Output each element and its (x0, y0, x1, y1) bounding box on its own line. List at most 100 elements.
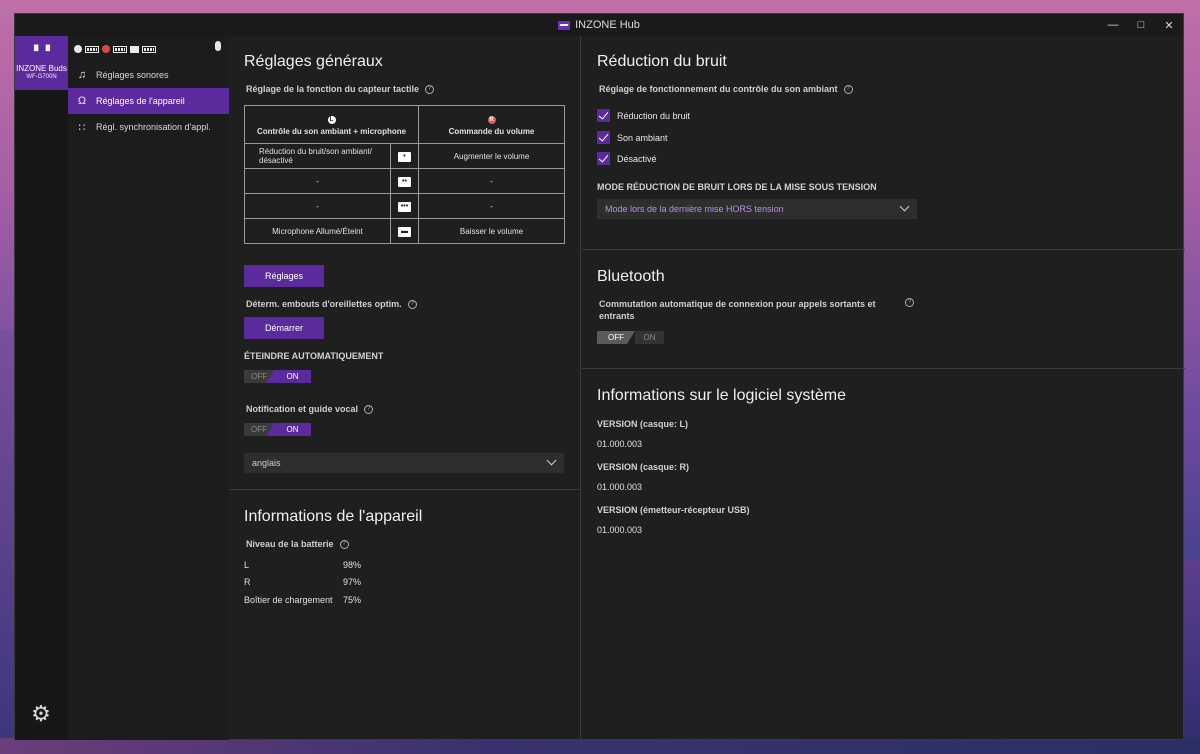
right-action-cell: Augmenter le volume (418, 143, 565, 169)
auto-off-toggle[interactable]: OFF ON (244, 370, 311, 383)
battery-row-label: Boîtier de chargement (244, 595, 333, 605)
general-settings-pane: Réglages généraux Réglage de la fonction… (229, 36, 581, 740)
left-earbud-status-icon (74, 45, 82, 53)
device-name: INZONE Buds (16, 64, 67, 73)
checkbox-checked-icon (597, 109, 610, 122)
gear-icon[interactable]: ⚙ (29, 702, 53, 726)
status-bar (68, 36, 229, 62)
start-button[interactable]: Démarrer (244, 317, 324, 339)
left-header-text: Contrôle du son ambiant + microphone (256, 126, 407, 136)
desktop-wallpaper-bottom (0, 738, 1200, 754)
tap-cell: ••• (390, 193, 419, 219)
sidebar: ♫ Réglages sonores Ω Réglages de l'appar… (68, 36, 229, 740)
left-action-cell: - (244, 193, 391, 219)
sidebar-item-device[interactable]: Ω Réglages de l'appareil (68, 88, 229, 114)
bluetooth-auto-switch-toggle[interactable]: OFF ON (597, 331, 664, 344)
noise-reduction-checkbox[interactable]: Réduction du bruit (597, 109, 690, 122)
grid-icon: ∷ (78, 121, 86, 134)
close-icon[interactable]: ✕ (1155, 14, 1183, 36)
bluetooth-switch-label: Commutation automatique de connexion pou… (599, 299, 876, 321)
help-icon[interactable]: ? (843, 84, 853, 94)
right-header-cell: R Commande du volume (418, 105, 565, 144)
microphone-icon (215, 41, 221, 51)
off-checkbox[interactable]: Désactivé (597, 152, 657, 165)
title-bar[interactable]: INZONE Hub — □ ✕ (15, 14, 1183, 36)
divider (582, 249, 1185, 250)
divider (229, 489, 581, 490)
tap-cell: ▬ (390, 218, 419, 244)
sidebar-item-sound[interactable]: ♫ Réglages sonores (68, 62, 229, 88)
left-header-cell: L Contrôle du son ambiant + microphone (244, 105, 419, 144)
auto-off-label: ÉTEINDRE AUTOMATIQUEMENT (244, 351, 384, 361)
checkbox-checked-icon (597, 131, 610, 144)
desktop-wallpaper-right (1184, 560, 1200, 754)
right-earbud-status-icon (102, 45, 110, 53)
headphones-icon: Ω (77, 95, 87, 107)
maximize-icon[interactable]: □ (1127, 14, 1155, 36)
touch-sensor-table: L Contrôle du son ambiant + microphone R… (244, 105, 565, 244)
battery-row-value: 97% (343, 577, 362, 587)
table-row: Réduction du bruit/son ambiant/ désactiv… (244, 143, 565, 169)
touch-sensor-label: Réglage de la fonction du capteur tactil… (246, 84, 420, 94)
version-label: VERSION (émetteur-récepteur USB) (597, 505, 750, 515)
right-ear-icon: R (487, 115, 496, 124)
bluetooth-title: Bluetooth (597, 268, 665, 285)
checkbox-label: Réduction du bruit (617, 110, 691, 121)
sidebar-item-sync[interactable]: ∷ Régl. synchronisation d'appl. (68, 114, 229, 140)
case-icon (130, 45, 139, 53)
tap-cell: •• (390, 168, 419, 194)
help-icon[interactable]: ? (339, 539, 349, 549)
sidebar-item-label: Réglages de l'appareil (96, 96, 185, 106)
desktop-wallpaper-left (0, 330, 14, 754)
inzone-logo-icon (558, 20, 571, 30)
eartip-heading: Déterm. embouts d'oreillettes optim. ? (246, 299, 417, 309)
single-tap-icon: • (398, 151, 411, 162)
sidebar-item-label: Régl. synchronisation d'appl. (96, 122, 211, 132)
settings-button[interactable]: Réglages (244, 265, 324, 287)
table-row: - •• - (244, 168, 565, 194)
checkbox-label: Désactivé (617, 153, 657, 164)
help-icon[interactable]: ? (425, 84, 435, 94)
left-action-cell: - (244, 168, 391, 194)
help-icon[interactable]: ? (905, 298, 914, 307)
device-tile[interactable]: ▘▝ INZONE Buds WF-G700N (15, 36, 68, 90)
triple-tap-icon: ••• (398, 201, 411, 212)
battery-icon (113, 45, 127, 53)
right-action-cell: - (418, 193, 565, 219)
help-icon[interactable]: ? (407, 299, 417, 309)
version-value: 01.000.003 (597, 482, 643, 492)
device-model: WF-G700N (26, 74, 57, 80)
power-on-mode-label: MODE RÉDUCTION DE BRUIT LORS DE LA MISE … (597, 182, 877, 192)
divider (582, 368, 1185, 369)
software-info-title: Informations sur le logiciel système (597, 387, 846, 404)
version-label: VERSION (casque: L) (597, 419, 689, 429)
battery-heading: Niveau de la batterie ? (246, 539, 349, 549)
device-info-title: Informations de l'appareil (244, 508, 423, 525)
long-press-icon: ▬ (398, 226, 411, 237)
battery-row-value: 75% (343, 595, 362, 605)
right-action-cell: Baisser le volume (418, 218, 565, 244)
language-select[interactable]: anglais (244, 453, 564, 473)
battery-row-value: 98% (343, 560, 362, 570)
music-note-icon: ♫ (77, 69, 87, 81)
checkbox-label: Son ambiant (617, 132, 668, 143)
tap-cell: • (390, 143, 419, 169)
general-settings-title: Réglages généraux (244, 53, 383, 70)
double-tap-icon: •• (398, 176, 411, 187)
voice-guide-toggle[interactable]: OFF ON (244, 423, 311, 436)
battery-row-label: L (244, 560, 250, 570)
ambient-sound-checkbox[interactable]: Son ambiant (597, 131, 668, 144)
battery-row-right: R 97% (244, 577, 361, 587)
eartip-label: Déterm. embouts d'oreillettes optim. (246, 299, 402, 309)
touch-sensor-heading: Réglage de la fonction du capteur tactil… (246, 84, 435, 94)
right-action-cell: - (418, 168, 565, 194)
battery-icon (142, 45, 156, 53)
window-controls: — □ ✕ (1099, 14, 1183, 36)
battery-label: Niveau de la batterie (246, 539, 334, 549)
toggle-on: ON (635, 331, 664, 344)
language-value: anglais (252, 458, 281, 468)
power-on-mode-select[interactable]: Mode lors de la dernière mise HORS tensi… (597, 199, 917, 219)
minimize-icon[interactable]: — (1099, 14, 1127, 36)
app-window: INZONE Hub — □ ✕ ▘▝ INZONE Buds WF-G700N… (14, 13, 1185, 740)
help-icon[interactable]: ? (364, 404, 374, 414)
